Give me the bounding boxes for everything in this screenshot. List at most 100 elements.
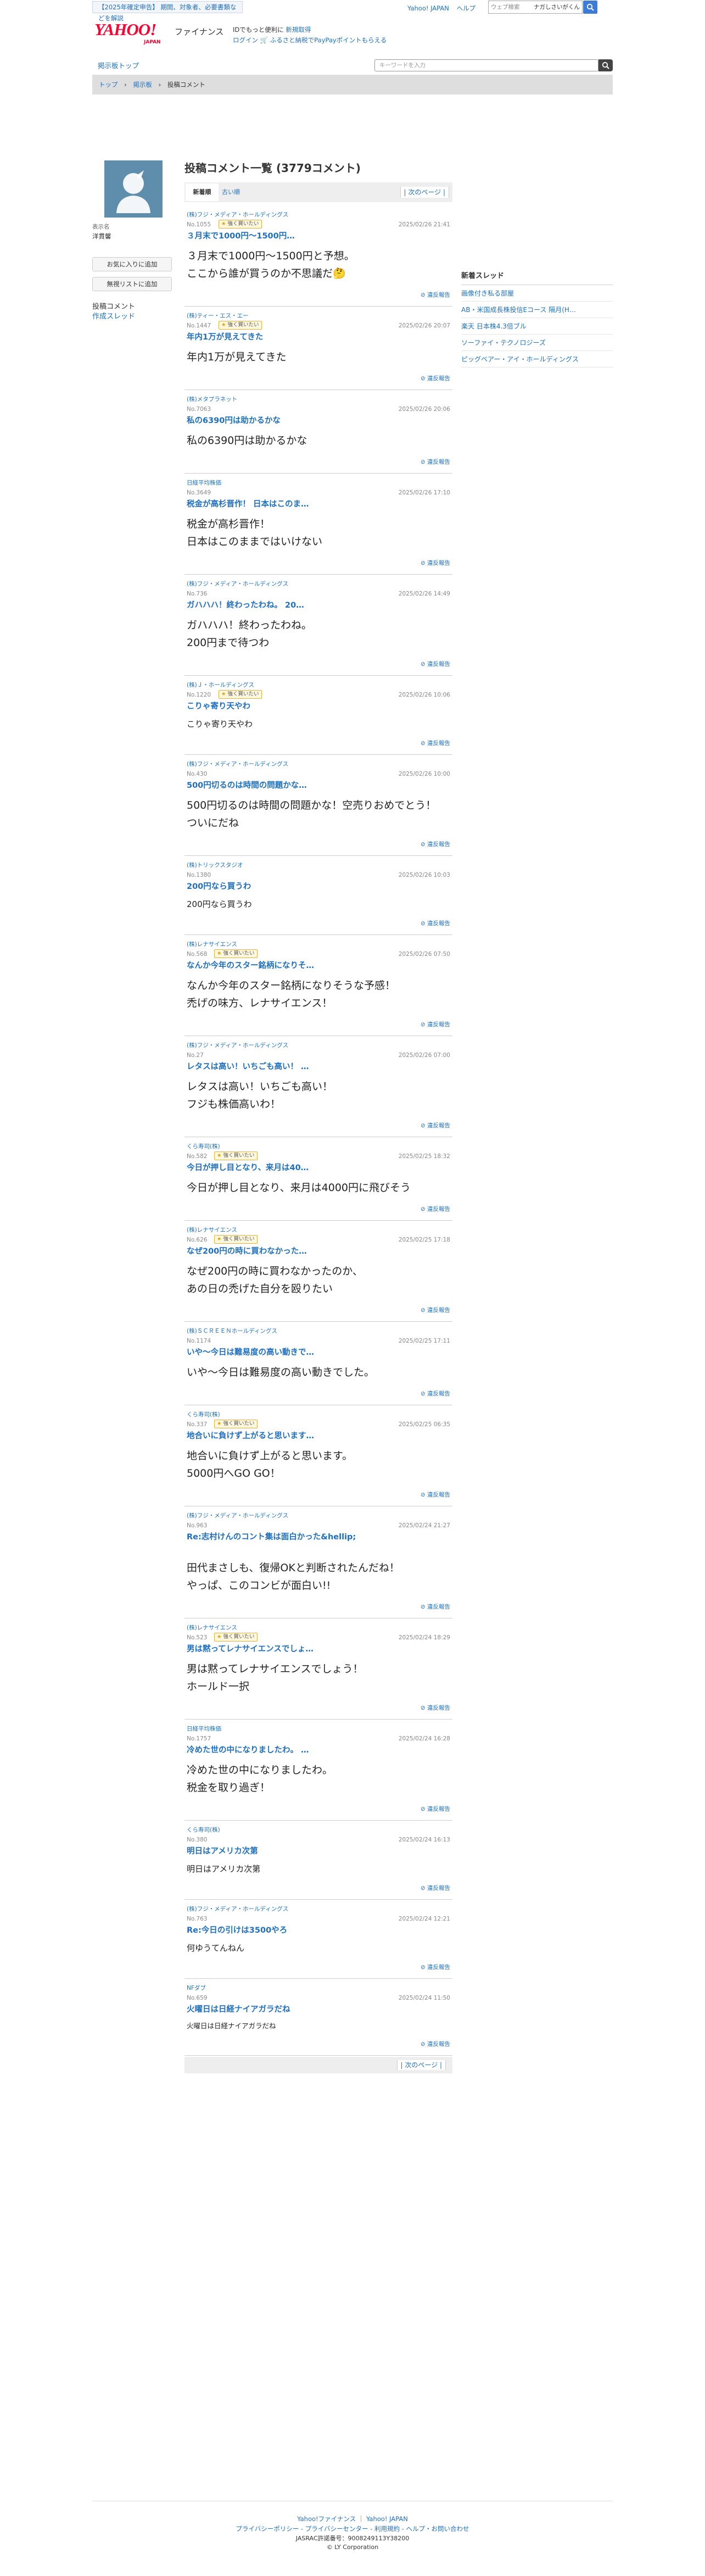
report-link[interactable]: ⊘ 違反報告 [421, 458, 450, 466]
privacy-center-link[interactable]: プライバシーセンター [305, 2525, 368, 2533]
post-company-link[interactable]: (株)メタプラネット [187, 396, 237, 404]
post-title-link[interactable]: 今日が押し目となり、来月は40… [187, 1162, 417, 1173]
post-title-link[interactable]: 地合いに負けず上がると思います… [187, 1431, 417, 1442]
keyword-search-button[interactable] [598, 59, 613, 71]
report-link[interactable]: ⊘ 違反報告 [421, 1491, 450, 1499]
post-company-link[interactable]: くら寿司(株) [187, 1143, 220, 1151]
report-link[interactable]: ⊘ 違反報告 [421, 291, 450, 299]
yahoo-logo[interactable]: YAHOO! JAPAN [94, 21, 177, 46]
web-search-input[interactable]: ウェブ検索 ナガしさいがくん [488, 1, 583, 14]
report-link[interactable]: ⊘ 違反報告 [421, 1122, 450, 1130]
help-link[interactable]: ヘルプ [457, 4, 476, 12]
terms-link[interactable]: 利用規約 [374, 2525, 400, 2533]
report-link[interactable]: ⊘ 違反報告 [421, 660, 450, 669]
post-title-link[interactable]: 年内1万が見えてきた [187, 332, 417, 343]
post-company-link[interactable]: (株)フジ・メディア・ホールディングス [187, 1512, 288, 1520]
post-company-link[interactable]: くら寿司(株) [187, 1826, 220, 1834]
post-company-link[interactable]: (株)フジ・メディア・ホールディングス [187, 1905, 288, 1913]
thread-link[interactable]: 楽天 日本株4.3倍ブル [461, 318, 613, 335]
post-company-link[interactable]: NFダブ [187, 1984, 206, 1993]
post-title-link[interactable]: 200円なら買うわ [187, 881, 417, 892]
post-title-link[interactable]: なんか今年のスター銘柄になりそ… [187, 960, 417, 971]
report-link[interactable]: ⊘ 違反報告 [421, 375, 450, 383]
post-title-link[interactable]: Re:志村けんのコント集は面白かった&hellip; [187, 1532, 417, 1543]
report-link[interactable]: ⊘ 違反報告 [421, 2040, 450, 2049]
breadcrumb-top[interactable]: トップ [99, 81, 118, 88]
report-link[interactable]: ⊘ 違反報告 [421, 1205, 450, 1214]
post-company-link[interactable]: くら寿司(株) [187, 1411, 220, 1419]
furusato-link[interactable]: ふるさと納税でPayPayポイントもらえる [270, 36, 387, 44]
nav-created-threads[interactable]: 作成スレッド [92, 312, 135, 322]
post-company-link[interactable]: (株)Ｊ・ホールディングス [187, 681, 254, 689]
board-top-link[interactable]: 掲示板トップ [98, 61, 139, 71]
register-link[interactable]: 新規取得 [286, 26, 311, 34]
login-link[interactable]: ログイン [233, 36, 258, 44]
report-link[interactable]: ⊘ 違反報告 [421, 1963, 450, 1972]
thread-link[interactable]: AB・米国成長株投信Eコース 隔月(H… [461, 302, 613, 319]
footer-finance-link[interactable]: Yahoo!ファイナンス [297, 2515, 356, 2523]
post-company-link[interactable]: 日経平均株価 [187, 1725, 221, 1733]
post-title-link[interactable]: 税金が高杉晋作！ 日本はこのま… [187, 499, 417, 510]
post-company-link[interactable]: (株)ＳＣＲＥＥＮホールディングス [187, 1327, 277, 1336]
post-company-link[interactable]: (株)フジ・メディア・ホールディングス [187, 1042, 288, 1050]
yahoo-japan-link[interactable]: Yahoo! JAPAN [407, 4, 449, 12]
keyword-search-input[interactable]: キーワードを入力 [374, 59, 598, 71]
post-company-link[interactable]: (株)レナサイエンス [187, 941, 237, 949]
web-search-button[interactable] [583, 1, 597, 14]
post-item: (株)メタプラネット No.7063 2025/02/26 20:06 私の6390円… [184, 390, 452, 474]
post-company-link[interactable]: (株)フジ・メディア・ホールディングス [187, 211, 288, 219]
post-title-link[interactable]: ガハハハ！終わったわね。 20… [187, 600, 417, 611]
footer-sep: - [401, 2525, 404, 2533]
post-title-link[interactable]: レタスは高い！いちごも高い！ … [187, 1061, 417, 1072]
add-favorite-button[interactable]: お気に入りに追加 [92, 257, 172, 271]
post-title-link[interactable]: 500円切るのは時間の問題かな… [187, 780, 417, 791]
post-title-link[interactable]: こりゃ寄り天やわ [187, 701, 417, 712]
report-link[interactable]: ⊘ 違反報告 [421, 841, 450, 849]
sentiment-badge: ★ 強く買いたい [219, 220, 262, 229]
post-company-link[interactable]: (株)レナサイエンス [187, 1624, 237, 1632]
post-title-link[interactable]: 冷めた世の中になりましたわ。 … [187, 1745, 417, 1756]
report-link[interactable]: ⊘ 違反報告 [421, 1603, 450, 1611]
thread-link[interactable]: ピッグベアー・アイ・ホールディングス [461, 351, 613, 368]
post-title-link[interactable]: 火曜日は日経ナイアガラだね [187, 2004, 417, 2015]
post-company-link[interactable]: (株)レナサイエンス [187, 1226, 237, 1234]
post-company-link[interactable]: (株)ティー・エス・エー [187, 312, 249, 320]
post-title-link[interactable]: いや〜今日は難易度の高い動きで… [187, 1347, 417, 1358]
report-link[interactable]: ⊘ 違反報告 [421, 1021, 450, 1029]
post-company-link[interactable]: (株)フジ・メディア・ホールディングス [187, 580, 288, 588]
thread-link[interactable]: ソーファイ・テクノロジーズ [461, 335, 613, 352]
report-link[interactable]: ⊘ 違反報告 [421, 1306, 450, 1315]
post-title-link[interactable]: 私の6390円は助かるかな [187, 415, 417, 426]
next-page-link-bottom[interactable]: | 次のページ | [396, 2060, 446, 2070]
thread-link[interactable]: 画像付き私る部屋 [461, 285, 613, 302]
report-link[interactable]: ⊘ 違反報告 [421, 1390, 450, 1398]
tab-oldest[interactable]: 古い順 [222, 183, 240, 201]
post-item: NFダブ No.659 2025/02/24 11:50 火曜日は日経ナイアガラだね火… [184, 1979, 452, 2056]
report-link[interactable]: ⊘ 違反報告 [421, 1704, 450, 1712]
next-page-link[interactable]: | 次のページ | [400, 187, 449, 198]
help-contact-link[interactable]: ヘルプ・お問い合わせ [406, 2525, 469, 2533]
post-item: (株)フジ・メディア・ホールディングス No.430 2025/02/26 10:0… [184, 755, 452, 856]
tab-newest[interactable]: 新着順 [186, 183, 219, 201]
add-ignore-button[interactable]: 無視リストに追加 [92, 277, 172, 291]
report-link[interactable]: ⊘ 違反報告 [421, 1884, 450, 1893]
report-link[interactable]: ⊘ 違反報告 [421, 1805, 450, 1813]
report-link[interactable]: ⊘ 違反報告 [421, 920, 450, 928]
post-title-link[interactable]: 明日はアメリカ次第 [187, 1846, 417, 1857]
post-company-link[interactable]: (株)フジ・メディア・ホールディングス [187, 760, 288, 769]
post-title-link[interactable]: ３月末で1000円〜1500円… [187, 231, 417, 242]
post-company-link[interactable]: 日経平均株価 [187, 479, 221, 487]
post-title-link[interactable]: Re:今日の引けは3500やろ [187, 1925, 417, 1936]
post-title-link[interactable]: 男は黙ってレナサイエンスでしょ… [187, 1644, 417, 1655]
post-company-link[interactable]: (株)トリックスタジオ [187, 861, 243, 870]
breadcrumb-board[interactable]: 掲示板 [133, 81, 152, 88]
finance-title[interactable]: ファイナンス [175, 26, 223, 38]
post-title-link[interactable]: なぜ200円の時に買わなかった… [187, 1246, 417, 1257]
report-link[interactable]: ⊘ 違反報告 [421, 559, 450, 568]
report-link[interactable]: ⊘ 違反報告 [421, 739, 450, 748]
tax-notice-link[interactable]: 【2025年確定申告】 期間、対象者、必要書類などを解説 [92, 1, 243, 22]
privacy-policy-link[interactable]: プライバシーポリシー [236, 2525, 299, 2533]
footer-yahoo-link[interactable]: Yahoo! JAPAN [366, 2515, 408, 2523]
post-body: 500円切るのは時間の問題かな！空売りおめでとう！ついにだね [187, 799, 437, 829]
report-label: 違反報告 [427, 740, 450, 747]
